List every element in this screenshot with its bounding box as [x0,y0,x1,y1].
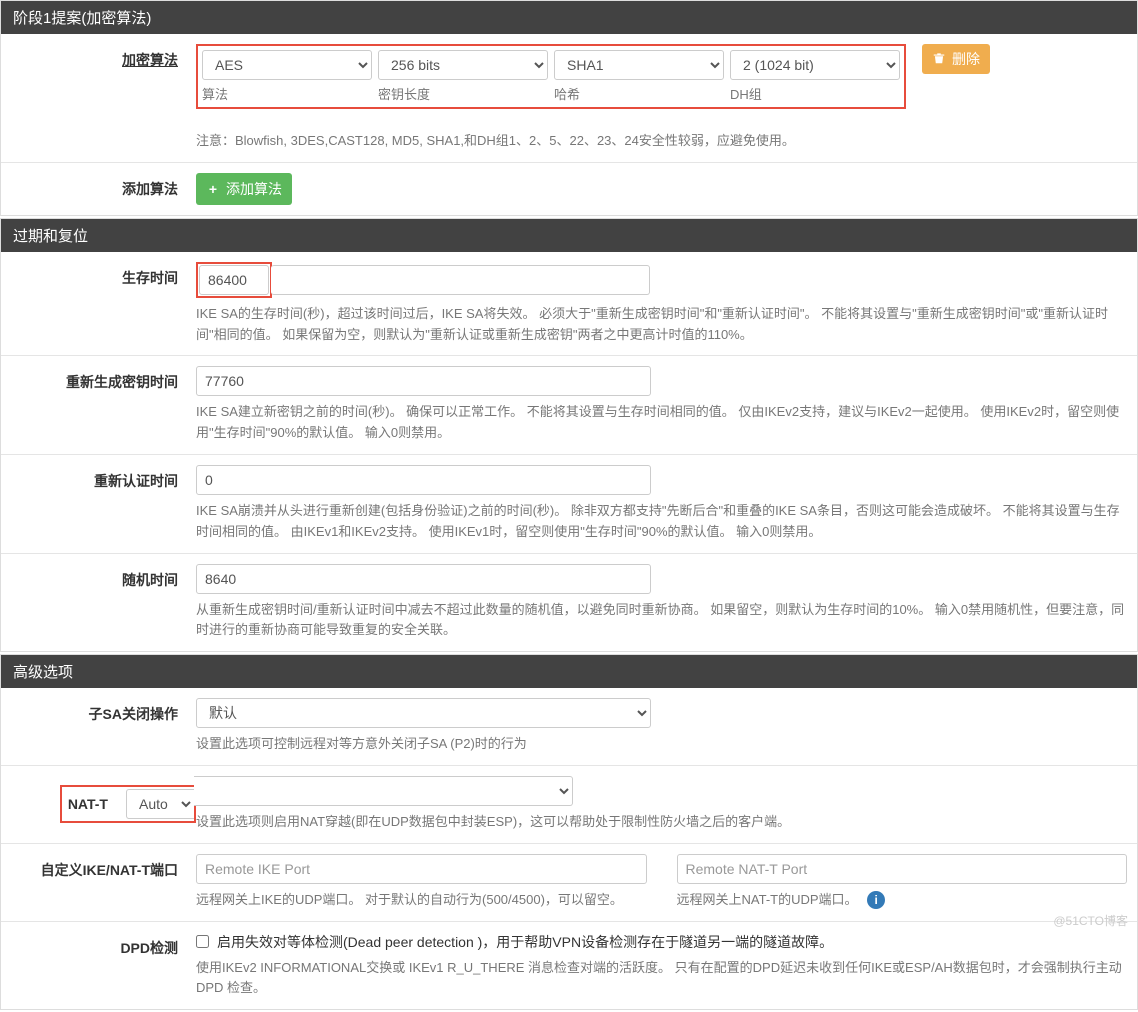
custom-ports-label: 自定义IKE/NAT-T端口 [1,854,196,911]
remote-natt-port-help: 远程网关上NAT-T的UDP端口。 i [677,890,1128,911]
phase1-panel: 加密算法 AES 算法 256 bits 密钥长度 [0,34,1138,216]
dpd-checkbox[interactable] [196,935,209,948]
add-algorithm-button[interactable]: + 添加算法 [196,173,292,205]
algorithm-select[interactable]: AES [202,50,372,80]
natt-row: NAT-T Auto 设置此选项则启用NAT穿越(即在UDP数据包中封装ESP)… [1,766,1137,844]
dpd-label: DPD检测 [1,932,196,1000]
trash-icon [932,51,946,68]
natt-help: 设置此选项则启用NAT穿越(即在UDP数据包中封装ESP)，这可以帮助处于限制性… [196,812,1127,833]
reauth-input[interactable] [196,465,651,495]
expire-header: 过期和复位 [0,218,1138,252]
natt-label: NAT-T [68,796,126,812]
rand-input[interactable] [196,564,651,594]
lifetime-input-rest[interactable] [271,265,650,295]
rekey-help: IKE SA建立新密钥之前的时间(秒)。 确保可以正常工作。 不能将其设置与生存… [196,402,1127,444]
advanced-panel: 子SA关闭操作 默认 设置此选项可控制远程对等方意外关闭子SA (P2)时的行为… [0,688,1138,1010]
hash-select[interactable]: SHA1 [554,50,724,80]
plus-icon: + [206,182,220,196]
custom-ports-row: 自定义IKE/NAT-T端口 远程网关上IKE的UDP端口。 对于默认的自动行为… [1,844,1137,922]
lifetime-label: 生存时间 [1,262,196,346]
rekey-input[interactable] [196,366,651,396]
rekey-label: 重新生成密钥时间 [1,366,196,444]
lifetime-input[interactable] [199,265,269,295]
dhgroup-sublabel: DH组 [730,84,900,103]
dpd-help: 使用IKEv2 INFORMATIONAL交换或 IKEv1 R_U_THERE… [196,958,1127,1000]
hash-sublabel: 哈希 [554,84,724,103]
encryption-row: 加密算法 AES 算法 256 bits 密钥长度 [1,34,1137,163]
rand-label: 随机时间 [1,564,196,642]
info-icon[interactable]: i [867,891,885,909]
natt-select-left[interactable]: Auto [126,789,194,819]
watermark: @51CTO博客 [1053,912,1128,929]
childsa-row: 子SA关闭操作 默认 设置此选项可控制远程对等方意外关闭子SA (P2)时的行为 [1,688,1137,766]
rand-row: 随机时间 从重新生成密钥时间/重新认证时间中减去不超过此数量的随机值，以避免同时… [1,554,1137,652]
reauth-row: 重新认证时间 IKE SA崩溃并从头进行重新创建(包括身份验证)之前的时间(秒)… [1,455,1137,554]
expire-panel: 生存时间 IKE SA的生存时间(秒)，超过该时间过后，IKE SA将失效。 必… [0,252,1138,652]
childsa-help: 设置此选项可控制远程对等方意外关闭子SA (P2)时的行为 [196,734,1127,755]
rand-help: 从重新生成密钥时间/重新认证时间中减去不超过此数量的随机值，以避免同时重新协商。… [196,600,1127,642]
natt-select-right[interactable] [194,776,573,806]
dpd-checkbox-label: 启用失效对等体检测(Dead peer detection )，用于帮助VPN设… [217,932,833,952]
childsa-select[interactable]: 默认 [196,698,651,728]
dpd-row: DPD检测 启用失效对等体检测(Dead peer detection )，用于… [1,922,1137,1010]
childsa-label: 子SA关闭操作 [1,698,196,755]
rekey-row: 重新生成密钥时间 IKE SA建立新密钥之前的时间(秒)。 确保可以正常工作。 … [1,356,1137,455]
keylength-select[interactable]: 256 bits [378,50,548,80]
reauth-help: IKE SA崩溃并从头进行重新创建(包括身份验证)之前的时间(秒)。 除非双方都… [196,501,1127,543]
add-algorithm-row: 添加算法 + 添加算法 [1,163,1137,215]
add-algorithm-label: 添加算法 [1,173,196,205]
delete-button-label: 删除 [952,49,980,69]
lifetime-help: IKE SA的生存时间(秒)，超过该时间过后，IKE SA将失效。 必须大于"重… [196,304,1127,346]
reauth-label: 重新认证时间 [1,465,196,543]
algorithm-sublabel: 算法 [202,84,372,103]
keylength-sublabel: 密钥长度 [378,84,548,103]
add-algorithm-button-label: 添加算法 [226,179,282,199]
delete-button[interactable]: 删除 [922,44,990,74]
encryption-note: 注意：Blowfish, 3DES,CAST128, MD5, SHA1,和DH… [196,131,1127,152]
dhgroup-select[interactable]: 2 (1024 bit) [730,50,900,80]
remote-ike-port-input[interactable] [196,854,647,884]
encryption-label: 加密算法 [1,44,196,152]
remote-natt-port-input[interactable] [677,854,1128,884]
lifetime-row: 生存时间 IKE SA的生存时间(秒)，超过该时间过后，IKE SA将失效。 必… [1,252,1137,357]
advanced-header: 高级选项 [0,654,1138,688]
phase1-header: 阶段1提案(加密算法) [0,0,1138,34]
remote-ike-port-help: 远程网关上IKE的UDP端口。 对于默认的自动行为(500/4500)，可以留空… [196,890,647,911]
